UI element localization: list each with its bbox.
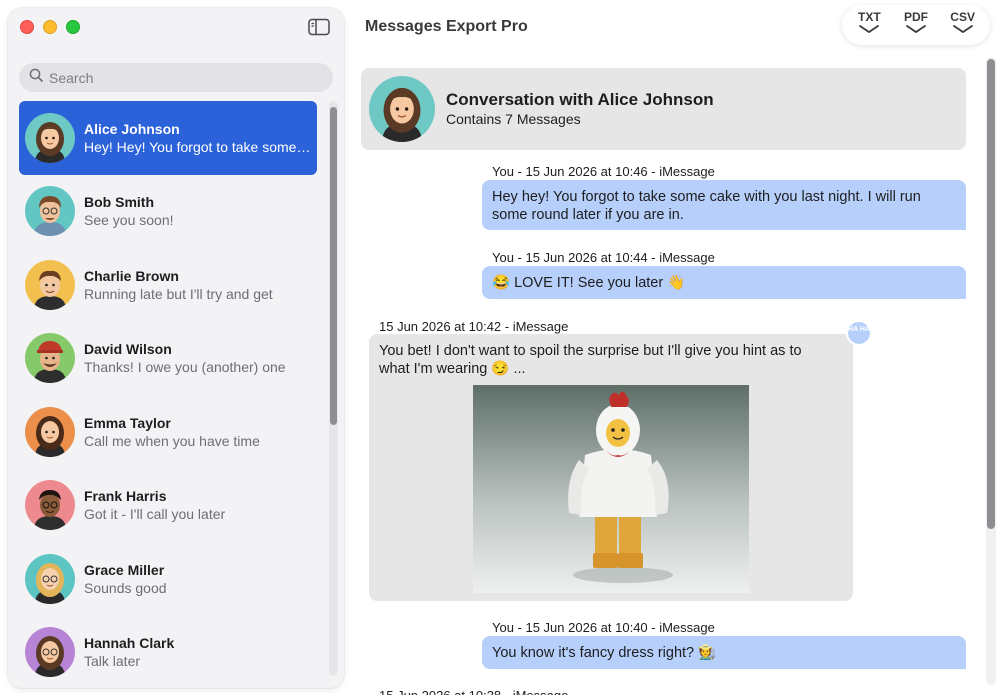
conversation-header: Conversation with Alice Johnson Contains… [361, 68, 966, 150]
export-csv-button[interactable]: CSV [941, 10, 985, 45]
message-preview: Thanks! I owe you (another) one [84, 359, 286, 376]
conversation-row-charlie-brown[interactable]: Charlie Brown Running late but I'll try … [19, 248, 317, 322]
export-txt-button[interactable]: TXT [847, 10, 891, 45]
avatar [369, 76, 435, 142]
contact-name: Alice Johnson [84, 120, 180, 137]
export-txt-label: TXT [857, 10, 881, 24]
message-preview: See you soon! [84, 212, 174, 229]
search-input[interactable] [49, 69, 319, 86]
contact-name: Hannah Clark [84, 635, 175, 652]
outgoing-message-bubble[interactable]: Hey hey! You forgot to take some cake wi… [482, 180, 966, 230]
message-meta: You - 15 Jun 2026 at 10:44 - iMessage [492, 250, 715, 265]
contact-name: Charlie Brown [84, 267, 179, 284]
conversation-title: Conversation with Alice Johnson [446, 90, 714, 109]
message-count: Contains 7 Messages [446, 111, 581, 127]
contact-name: Bob Smith [84, 194, 154, 211]
message-meta: 15 Jun 2026 at 10:38 - iMessage [379, 688, 568, 695]
avatar [25, 333, 75, 384]
avatar [25, 259, 75, 310]
message-photo[interactable] [473, 385, 749, 593]
avatar [25, 627, 75, 678]
message-meta: You - 15 Jun 2026 at 10:46 - iMessage [492, 164, 715, 179]
search-field[interactable] [19, 63, 333, 92]
conversation-row-grace-miller[interactable]: Grace Miller Sounds good [19, 542, 317, 616]
sidebar-scroll-thumb[interactable] [330, 107, 337, 425]
minimize-window-button[interactable] [43, 20, 57, 34]
export-pdf-button[interactable]: PDF [894, 10, 938, 45]
outgoing-message-bubble[interactable]: You know it's fancy dress right? 🧑‍🌾 [482, 636, 966, 669]
conversation-row-emma-taylor[interactable]: Emma Taylor Call me when you have time [19, 395, 317, 469]
conversation-list: Alice Johnson Hey! Hey! You forgot to ta… [19, 101, 317, 688]
chevron-down-icon [906, 25, 926, 34]
message-preview: Call me when you have time [84, 432, 260, 449]
contact-name: Grace Miller [84, 561, 165, 578]
chevron-down-icon [859, 25, 880, 34]
conversation-row-david-wilson[interactable]: David Wilson Thanks! I owe you (another)… [19, 322, 317, 396]
avatar [25, 406, 75, 457]
message-preview: Sounds good [84, 579, 167, 596]
haha-tapback-badge: HA HA [846, 320, 872, 346]
app-title: Messages Export Pro [365, 18, 528, 35]
contact-name: David Wilson [84, 341, 172, 358]
sidebar-scrollbar[interactable] [329, 101, 338, 676]
message-preview: Talk later [84, 653, 141, 670]
chevron-down-icon [952, 25, 973, 34]
search-icon [29, 68, 43, 87]
export-pdf-label: PDF [903, 10, 928, 24]
sidebar-toggle-icon[interactable] [308, 18, 330, 36]
conversation-row-frank-harris[interactable]: Frank Harris Got it - I'll call you late… [19, 469, 317, 543]
message-meta: You - 15 Jun 2026 at 10:40 - iMessage [492, 620, 715, 635]
message-meta: 15 Jun 2026 at 10:42 - iMessage [379, 319, 569, 334]
contact-name: Emma Taylor [84, 414, 171, 431]
conversation-row-alice-johnson[interactable]: Alice Johnson Hey! Hey! You forgot to ta… [19, 101, 317, 175]
avatar [25, 112, 75, 163]
close-window-button[interactable] [20, 20, 34, 34]
contact-name: Frank Harris [84, 488, 167, 505]
avatar [25, 553, 75, 604]
outgoing-message-bubble[interactable]: 😂 LOVE IT! See you later 👋 [482, 266, 966, 299]
conversation-row-hannah-clark[interactable]: Hannah Clark Talk later [19, 616, 317, 689]
window-controls [20, 20, 80, 34]
sidebar: Alice Johnson Hey! Hey! You forgot to ta… [8, 8, 344, 688]
conversation-scroll-thumb[interactable] [987, 59, 995, 529]
message-preview: Running late but I'll try and get [84, 285, 273, 302]
conversation-scrollbar[interactable] [986, 57, 996, 685]
conversation-row-bob-smith[interactable]: Bob Smith See you soon! [19, 175, 317, 249]
zoom-window-button[interactable] [66, 20, 80, 34]
avatar [25, 186, 75, 237]
message-text: You bet! I don't want to spoil the surpr… [379, 343, 802, 377]
export-csv-label: CSV [950, 10, 975, 24]
message-preview: Hey! Hey! You forgot to take some cake w… [84, 138, 312, 155]
export-toolbar: TXT PDF CSV [842, 5, 990, 45]
avatar [25, 480, 75, 531]
message-preview: Got it - I'll call you later [84, 506, 226, 523]
